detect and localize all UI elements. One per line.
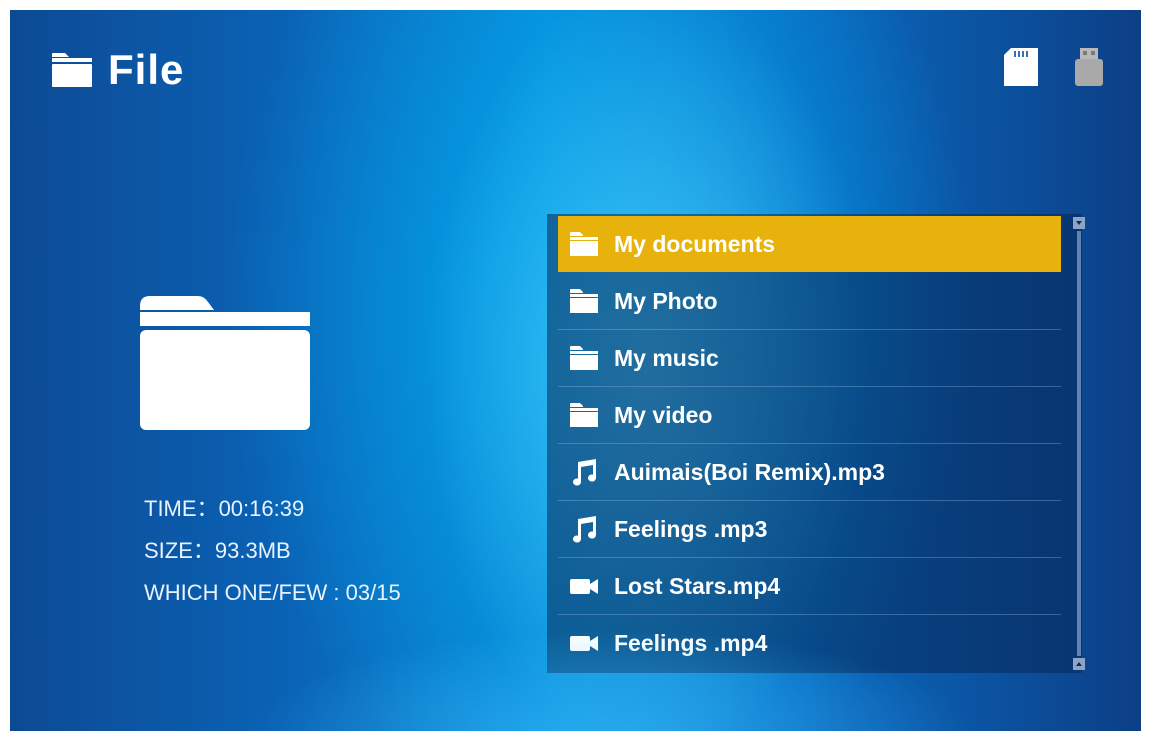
list-item-auimais-mp3[interactable]: Auimais(Boi Remix).mp3 [558, 444, 1061, 501]
folder-icon [570, 289, 598, 313]
preview-folder-icon [140, 296, 310, 430]
scroll-track[interactable] [1077, 231, 1081, 656]
item-label: Lost Stars.mp4 [614, 572, 781, 599]
list-item-my-documents[interactable]: My documents [558, 216, 1061, 272]
item-label: Feelings .mp3 [614, 515, 768, 542]
scroll-up-icon[interactable] [1073, 217, 1085, 229]
time-info: TIME：00:16:39 [144, 488, 401, 530]
folder-icon [570, 232, 598, 256]
sd-card-icon[interactable] [1004, 48, 1038, 86]
list-scrollbar[interactable] [1073, 217, 1085, 670]
item-label: My documents [614, 230, 776, 257]
item-label: Feelings .mp4 [614, 629, 768, 656]
position-value: 03/15 [345, 580, 401, 605]
size-label: SIZE： [144, 538, 215, 563]
file-list: My documents My Photo My music My video … [547, 214, 1082, 673]
item-label: My video [614, 401, 713, 428]
size-value: 93.3MB [214, 538, 291, 563]
item-label: Auimais(Boi Remix).mp3 [614, 458, 885, 485]
size-info: SIZE：93.3MB [144, 530, 401, 572]
video-camera-icon [570, 636, 598, 651]
list-item-lost-stars-mp4[interactable]: Lost Stars.mp4 [558, 558, 1061, 615]
usb-drive-icon[interactable] [1072, 48, 1106, 86]
item-label: My Photo [614, 287, 718, 314]
video-camera-icon [570, 579, 598, 594]
scroll-down-icon[interactable] [1073, 658, 1085, 670]
list-item-feelings-mp4[interactable]: Feelings .mp4 [558, 615, 1061, 671]
folder-icon [570, 403, 598, 427]
list-item-my-photo[interactable]: My Photo [558, 273, 1061, 330]
page-title: File [108, 46, 185, 93]
time-label: TIME： [144, 496, 219, 521]
item-label: My music [614, 344, 719, 371]
music-note-icon [573, 516, 596, 543]
folder-icon [570, 346, 598, 370]
file-browser-screen: File TIME：00:16:39 SIZE：93.3MB WHICH ONE… [10, 10, 1141, 731]
time-value: 00:16:39 [218, 496, 305, 521]
position-label: WHICH ONE/FEW : [144, 580, 346, 605]
music-note-icon [573, 459, 596, 486]
list-item-my-music[interactable]: My music [558, 330, 1061, 387]
title-bar: File [52, 40, 184, 100]
position-info: WHICH ONE/FEW : 03/15 [144, 572, 401, 614]
file-info: TIME：00:16:39 SIZE：93.3MB WHICH ONE/FEW … [144, 488, 401, 614]
folder-icon [52, 53, 92, 87]
list-item-my-video[interactable]: My video [558, 387, 1061, 444]
list-item-feelings-mp3[interactable]: Feelings .mp3 [558, 501, 1061, 558]
